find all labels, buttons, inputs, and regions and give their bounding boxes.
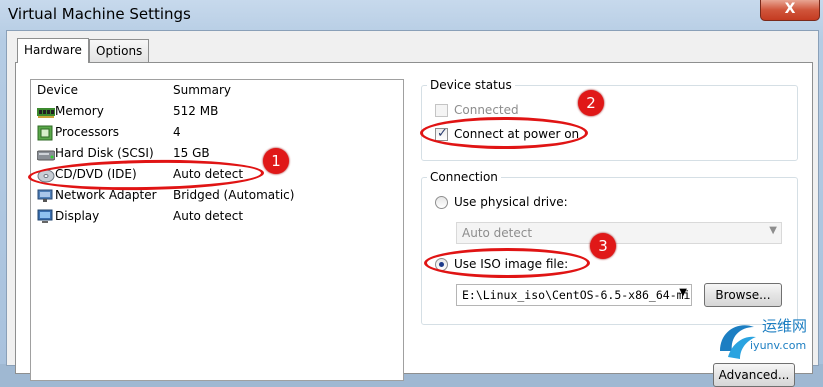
annotation-number-1: 1 (263, 148, 289, 174)
device-summary: 15 GB (173, 146, 210, 160)
device-name: Hard Disk (SCSI) (55, 146, 154, 160)
window-title: Virtual Machine Settings (8, 5, 191, 23)
device-summary: Bridged (Automatic) (173, 188, 295, 202)
device-column-header[interactable]: Device (37, 83, 78, 97)
iso-path-value: E:\Linux_iso\CentOS-6.5-x86_64-mi (462, 288, 691, 302)
tab-hardware[interactable]: Hardware (17, 38, 89, 63)
advanced-button[interactable]: Advanced... (713, 363, 795, 387)
iso-path-combobox[interactable]: E:\Linux_iso\CentOS-6.5-x86_64-mi ▼ (456, 284, 692, 306)
device-row-network-adapter[interactable]: Network Adapter Bridged (Automatic) (31, 186, 403, 207)
chevron-down-icon: ▼ (769, 225, 777, 236)
annotation-ellipse-iso-image (424, 248, 590, 278)
device-name: Memory (55, 104, 104, 118)
dialog-client-area: Hardware Options Device Summary Memory 5… (6, 30, 819, 387)
device-name: Processors (55, 125, 120, 139)
device-summary: Auto detect (173, 209, 244, 223)
device-row-processors[interactable]: Processors 4 (31, 123, 403, 144)
annotation-ellipse-connect-power-on (420, 117, 588, 149)
watermark: 运维网 iyunv.com (712, 313, 823, 364)
title-bar[interactable]: Virtual Machine Settings X (0, 0, 823, 30)
device-summary: 512 MB (173, 104, 219, 118)
device-status-label: Device status (427, 78, 515, 92)
connected-label: Connected (454, 103, 519, 117)
device-name: Display (55, 209, 100, 223)
device-row-display[interactable]: Display Auto detect (31, 207, 403, 228)
hard-disk-icon (36, 146, 56, 162)
connection-label: Connection (427, 170, 501, 184)
tab-options[interactable]: Options (89, 39, 150, 62)
memory-icon (37, 104, 55, 120)
device-name: Network Adapter (55, 188, 157, 202)
use-physical-drive-label: Use physical drive: (454, 195, 568, 209)
physical-drive-select[interactable]: Auto detect ▼ (456, 222, 782, 244)
device-summary: 4 (173, 125, 181, 139)
summary-column-header[interactable]: Summary (173, 83, 231, 97)
network-adapter-icon (37, 188, 53, 204)
connected-checkbox[interactable] (435, 104, 448, 117)
browse-button[interactable]: Browse... (704, 283, 782, 307)
device-row-memory[interactable]: Memory 512 MB (31, 102, 403, 123)
watermark-text: 运维网 (762, 317, 808, 335)
close-button[interactable]: X (760, 0, 820, 21)
processor-icon (37, 125, 53, 141)
watermark-url: iyunv.com (750, 339, 807, 352)
chevron-down-icon: ▼ (679, 287, 687, 298)
physical-drive-value: Auto detect (462, 226, 533, 240)
device-list[interactable]: Device Summary Memory 512 MB Processors … (30, 79, 404, 381)
hardware-tab-panel: Device Summary Memory 512 MB Processors … (15, 62, 813, 387)
use-physical-drive-radio[interactable] (435, 196, 448, 209)
annotation-number-2: 2 (578, 90, 604, 116)
display-icon (37, 209, 53, 225)
annotation-number-3: 3 (590, 233, 616, 259)
